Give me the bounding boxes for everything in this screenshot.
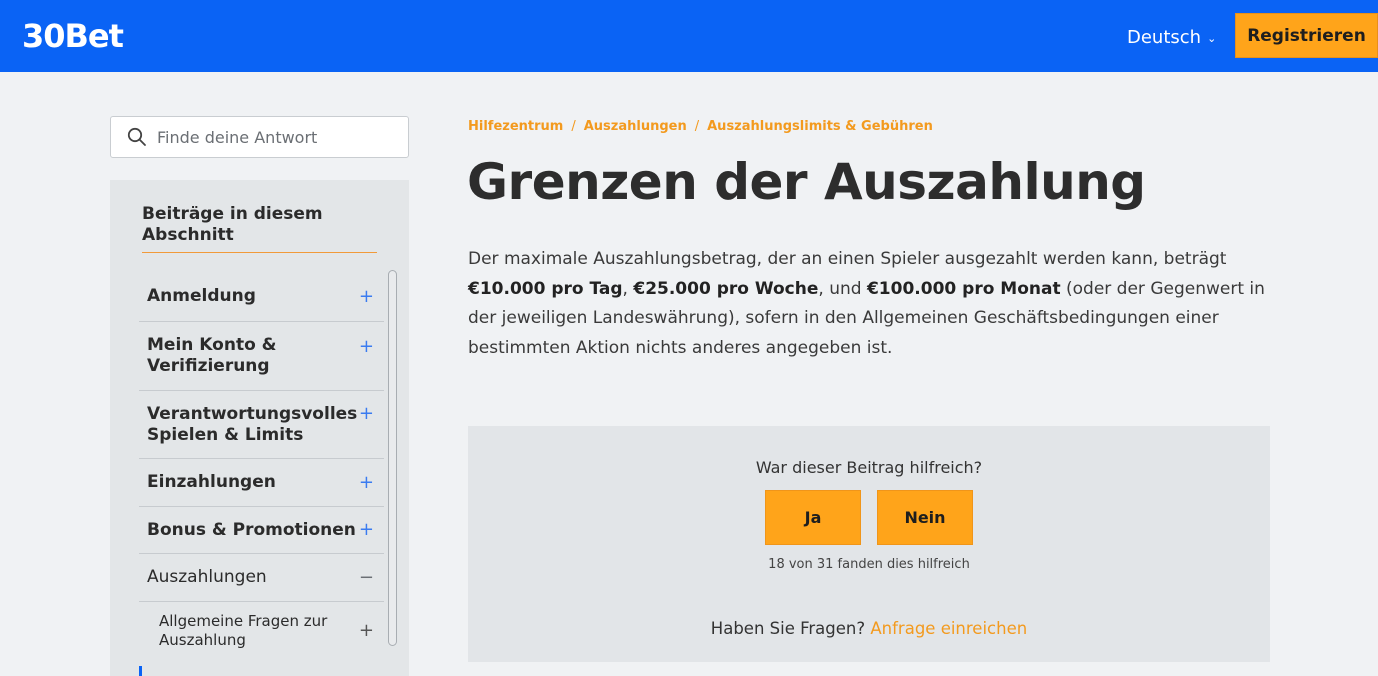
- sidebar-item-einzahlungen[interactable]: Einzahlungen +: [139, 459, 384, 507]
- sidebar-item-label: Auszahlungen: [147, 567, 267, 587]
- expand-plus-icon[interactable]: +: [359, 622, 374, 640]
- feedback-no-button[interactable]: Nein: [877, 490, 973, 545]
- article-text: ,: [622, 278, 634, 299]
- site-logo[interactable]: 30Bet: [22, 16, 124, 56]
- article-body: Der maximale Auszahlungsbetrag, der an e…: [468, 245, 1278, 363]
- sidebar-item-label: Einzahlungen: [147, 472, 276, 492]
- sidebar-item-mein-konto[interactable]: Mein Konto & Verifizierung +: [139, 322, 384, 391]
- article-text: , und: [818, 278, 867, 299]
- sidebar-scrollbar[interactable]: [388, 270, 397, 646]
- feedback-yes-button[interactable]: Ja: [765, 490, 861, 545]
- questions-text: Haben Sie Fragen?: [710, 619, 871, 638]
- limit-per-month: €100.000 pro Monat: [866, 278, 1061, 299]
- breadcrumb-link-auszahlungslimits[interactable]: Auszahlungslimits & Gebühren: [707, 117, 933, 137]
- sidebar-item-label: Verantwortungsvolles Spielen & Limits: [147, 403, 358, 445]
- search-icon: [127, 127, 146, 146]
- register-button[interactable]: Registrieren: [1235, 13, 1378, 58]
- search-input[interactable]: [157, 127, 397, 147]
- language-selector[interactable]: Deutsch ⌄: [1127, 23, 1216, 52]
- feedback-count: 18 von 31 fanden dies hilfreich: [768, 557, 970, 572]
- submit-request-link[interactable]: Anfrage einreichen: [870, 619, 1027, 638]
- sidebar-subitem-label: Allgemeine Fragen zur Auszahlung: [159, 612, 328, 649]
- expand-plus-icon[interactable]: +: [359, 287, 374, 306]
- questions-prompt: Haben Sie Fragen? Anfrage einreichen: [468, 618, 1270, 640]
- article-text: Der maximale Auszahlungsbetrag, der an e…: [468, 249, 1227, 269]
- collapse-minus-icon[interactable]: −: [359, 568, 374, 587]
- section-sidebar: Beiträge in diesem Abschnitt Anmeldung +…: [110, 180, 409, 676]
- sidebar-subitem-allgemeine-fragen[interactable]: Allgemeine Fragen zur Auszahlung +: [139, 602, 384, 660]
- sidebar-title: Beiträge in diesem Abschnitt: [142, 204, 377, 253]
- sidebar-item-label: Mein Konto & Verifizierung: [147, 335, 277, 376]
- sidebar-item-anmeldung[interactable]: Anmeldung +: [139, 272, 384, 322]
- expand-plus-icon[interactable]: +: [359, 338, 374, 356]
- sidebar-nav: Anmeldung + Mein Konto & Verifizierung +…: [139, 272, 384, 660]
- chevron-down-icon: ⌄: [1207, 32, 1217, 45]
- sidebar-item-auszahlungen[interactable]: Auszahlungen −: [139, 554, 384, 602]
- breadcrumb-separator: /: [571, 119, 576, 134]
- sidebar-item-bonus-promotionen[interactable]: Bonus & Promotionen +: [139, 507, 384, 554]
- sidebar-item-label: Bonus & Promotionen: [147, 519, 356, 540]
- limit-per-week: €25.000 pro Woche: [633, 278, 819, 299]
- breadcrumb-link-auszahlungen[interactable]: Auszahlungen: [584, 117, 687, 137]
- active-item-indicator: [139, 666, 142, 676]
- page-title: Grenzen der Auszahlung: [467, 153, 1146, 211]
- feedback-question: War dieser Beitrag hilfreich?: [755, 458, 983, 477]
- limit-per-day: €10.000 pro Tag: [468, 278, 623, 299]
- feedback-box: War dieser Beitrag hilfreich? Ja Nein 18…: [468, 426, 1270, 662]
- language-label: Deutsch: [1127, 26, 1202, 48]
- breadcrumb-link-hilfezentrum[interactable]: Hilfezentrum: [468, 117, 563, 137]
- expand-plus-icon[interactable]: +: [359, 521, 374, 539]
- breadcrumb-separator: /: [694, 119, 700, 134]
- sidebar-item-label: Anmeldung: [147, 286, 256, 306]
- sidebar-item-verantwortungsvolles-spielen[interactable]: Verantwortungsvolles Spielen & Limits +: [139, 391, 384, 459]
- expand-plus-icon[interactable]: +: [359, 405, 374, 423]
- expand-plus-icon[interactable]: +: [359, 473, 374, 492]
- search-box[interactable]: [110, 116, 409, 158]
- top-navigation-bar: 30Bet Deutsch ⌄ Registrieren: [0, 0, 1378, 72]
- breadcrumb: Hilfezentrum / Auszahlungen / Auszahlung…: [468, 117, 933, 137]
